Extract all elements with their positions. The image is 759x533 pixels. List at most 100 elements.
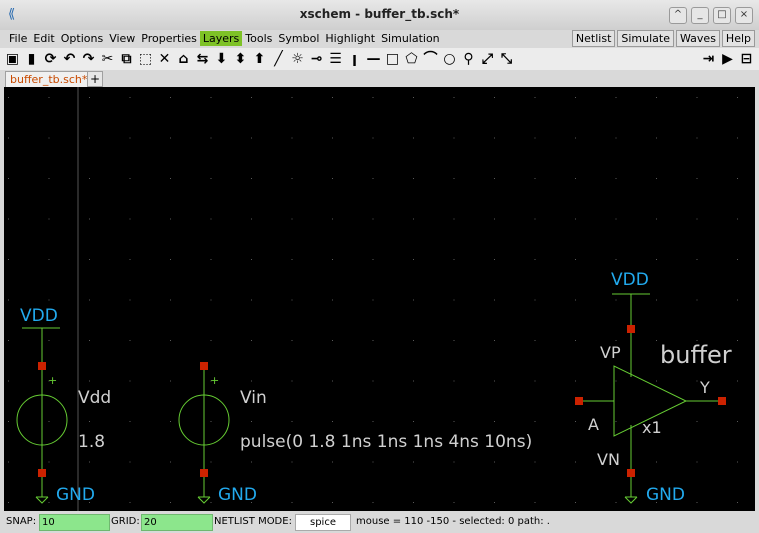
grid-dot	[534, 380, 536, 382]
schematic-drawing[interactable]: + VDD Vdd 1.8 GND + Vin pulse(0 1.8 1ns …	[4, 87, 755, 511]
menu-properties[interactable]: Properties	[138, 31, 200, 46]
arc-icon[interactable]: ⌒	[422, 50, 439, 68]
grid-dot	[656, 380, 657, 382]
snap-input[interactable]: 10	[39, 514, 110, 531]
grid-dot	[494, 299, 495, 301]
pin-icon[interactable]: ⊸	[308, 50, 325, 68]
push-icon[interactable]: ⬇	[213, 50, 230, 68]
open-icon[interactable]: ▣	[4, 50, 21, 68]
redo-icon[interactable]: ↷	[80, 50, 97, 68]
undo-icon[interactable]: ↶	[61, 50, 78, 68]
grid-dot	[656, 259, 657, 260]
grid-dot	[129, 340, 131, 341]
grid-dot	[291, 218, 293, 220]
circle-icon[interactable]: ○	[441, 50, 458, 68]
menu-view[interactable]: View	[106, 31, 138, 46]
grid-dot	[534, 259, 536, 260]
grid-dot	[656, 340, 657, 341]
grid-dot	[210, 218, 212, 220]
gnd-net-label-1: GND	[56, 485, 95, 505]
vdd-source-bottom-pin[interactable]	[38, 469, 46, 477]
netlist-mode-field[interactable]: spice	[295, 514, 351, 531]
buffer-vp-pin[interactable]	[627, 325, 635, 333]
buffer-vn-label: VN	[597, 450, 620, 469]
menu-edit[interactable]: Edit	[30, 31, 57, 46]
tab-bar: buffer_tb.sch* +	[0, 70, 759, 87]
grid-input[interactable]: 20	[141, 514, 213, 531]
buffer-output-pin[interactable]	[718, 397, 726, 405]
waves-icon[interactable]: ⊟	[738, 50, 755, 68]
menu-highlight[interactable]: Highlight	[322, 31, 378, 46]
simulate-button[interactable]: Simulate	[617, 30, 674, 47]
polygon-icon[interactable]: ⬠	[403, 50, 420, 68]
waves-button[interactable]: Waves	[676, 30, 720, 47]
zoom-icon[interactable]: ⚲	[460, 50, 477, 68]
menu-symbol[interactable]: Symbol	[275, 31, 322, 46]
vin-source-top-pin[interactable]	[200, 362, 208, 370]
vin-source-value: pulse(0 1.8 1ns 1ns 1ns 4ns 10ns)	[240, 432, 532, 452]
wire-icon[interactable]: ╱	[270, 50, 287, 68]
buffer-input-label: A	[588, 415, 599, 434]
netlist-button[interactable]: Netlist	[571, 30, 616, 47]
menu-simulation[interactable]: Simulation	[378, 31, 443, 46]
grid-dot	[737, 421, 738, 422]
help-button[interactable]: Help	[721, 30, 755, 47]
rect-icon[interactable]: □	[384, 50, 401, 68]
menu-layers[interactable]: Layers	[199, 31, 243, 46]
grid-label: GRID:	[111, 516, 140, 527]
grid-dot	[737, 259, 738, 260]
grid-dot	[372, 421, 374, 422]
place-symbol-icon[interactable]: ⌂	[175, 50, 192, 68]
maximize-button[interactable]: □	[713, 7, 731, 24]
save-icon[interactable]: ▮	[23, 50, 40, 68]
tab-buffer-tb[interactable]: buffer_tb.sch*	[5, 71, 93, 87]
grid-dot	[291, 461, 293, 463]
netlist-icon[interactable]: ⇥	[700, 50, 717, 68]
grid-dot	[251, 461, 252, 463]
vin-source-bottom-pin[interactable]	[200, 469, 208, 477]
grid-dot	[251, 299, 252, 301]
line-icon[interactable]: ꞁ	[346, 50, 363, 68]
grid-dot	[372, 178, 374, 179]
vin-source[interactable]	[178, 367, 230, 504]
grid-dot	[575, 340, 576, 341]
run-icon[interactable]: ▶	[719, 50, 736, 68]
menu-tools[interactable]: Tools	[242, 31, 275, 46]
add-tab-button[interactable]: +	[87, 71, 103, 87]
move-icon[interactable]: ⇆	[194, 50, 211, 68]
pop-icon[interactable]: ⬍	[232, 50, 249, 68]
paste-icon[interactable]: ⬚	[137, 50, 154, 68]
buffer-input-pin[interactable]	[575, 397, 583, 405]
shade-button[interactable]: ^	[669, 7, 687, 24]
buffer-symbol[interactable]	[580, 293, 722, 504]
up-icon[interactable]: ⬆	[251, 50, 268, 68]
zoom-in-icon[interactable]: ⤢	[479, 50, 496, 68]
zoom-out-icon[interactable]: ⤡	[498, 50, 515, 68]
menu-options[interactable]: Options	[58, 31, 106, 46]
text-icon[interactable]: ☰	[327, 50, 344, 68]
grid-dot	[696, 97, 698, 98]
cut-icon[interactable]: ✂	[99, 50, 116, 68]
close-button[interactable]: ×	[735, 7, 753, 24]
line2-icon[interactable]: —	[365, 50, 382, 68]
grid-dot	[170, 259, 171, 260]
delete-icon[interactable]: ✕	[156, 50, 173, 68]
schematic-canvas[interactable]: + VDD Vdd 1.8 GND + Vin pulse(0 1.8 1ns …	[4, 87, 755, 511]
gnd-net-label-2: GND	[218, 485, 257, 505]
status-info: mouse = 110 -150 - selected: 0 path: .	[356, 516, 550, 527]
copy-icon[interactable]: ⧉	[118, 50, 135, 68]
grid-dot	[696, 461, 698, 463]
buffer-vn-pin[interactable]	[627, 469, 635, 477]
grid-dot	[696, 259, 698, 260]
vdd-source-top-pin[interactable]	[38, 362, 46, 370]
grid-dot	[129, 421, 131, 422]
menu-file[interactable]: File	[6, 31, 30, 46]
grid-dot	[251, 259, 252, 260]
grid-dot	[372, 97, 374, 98]
grid-dot	[291, 97, 293, 98]
grid-dot	[89, 421, 90, 422]
minimize-button[interactable]: _	[691, 7, 709, 24]
highlight-icon[interactable]: ☼	[289, 50, 306, 68]
reload-icon[interactable]: ⟳	[42, 50, 59, 68]
grid-dot	[8, 380, 9, 382]
